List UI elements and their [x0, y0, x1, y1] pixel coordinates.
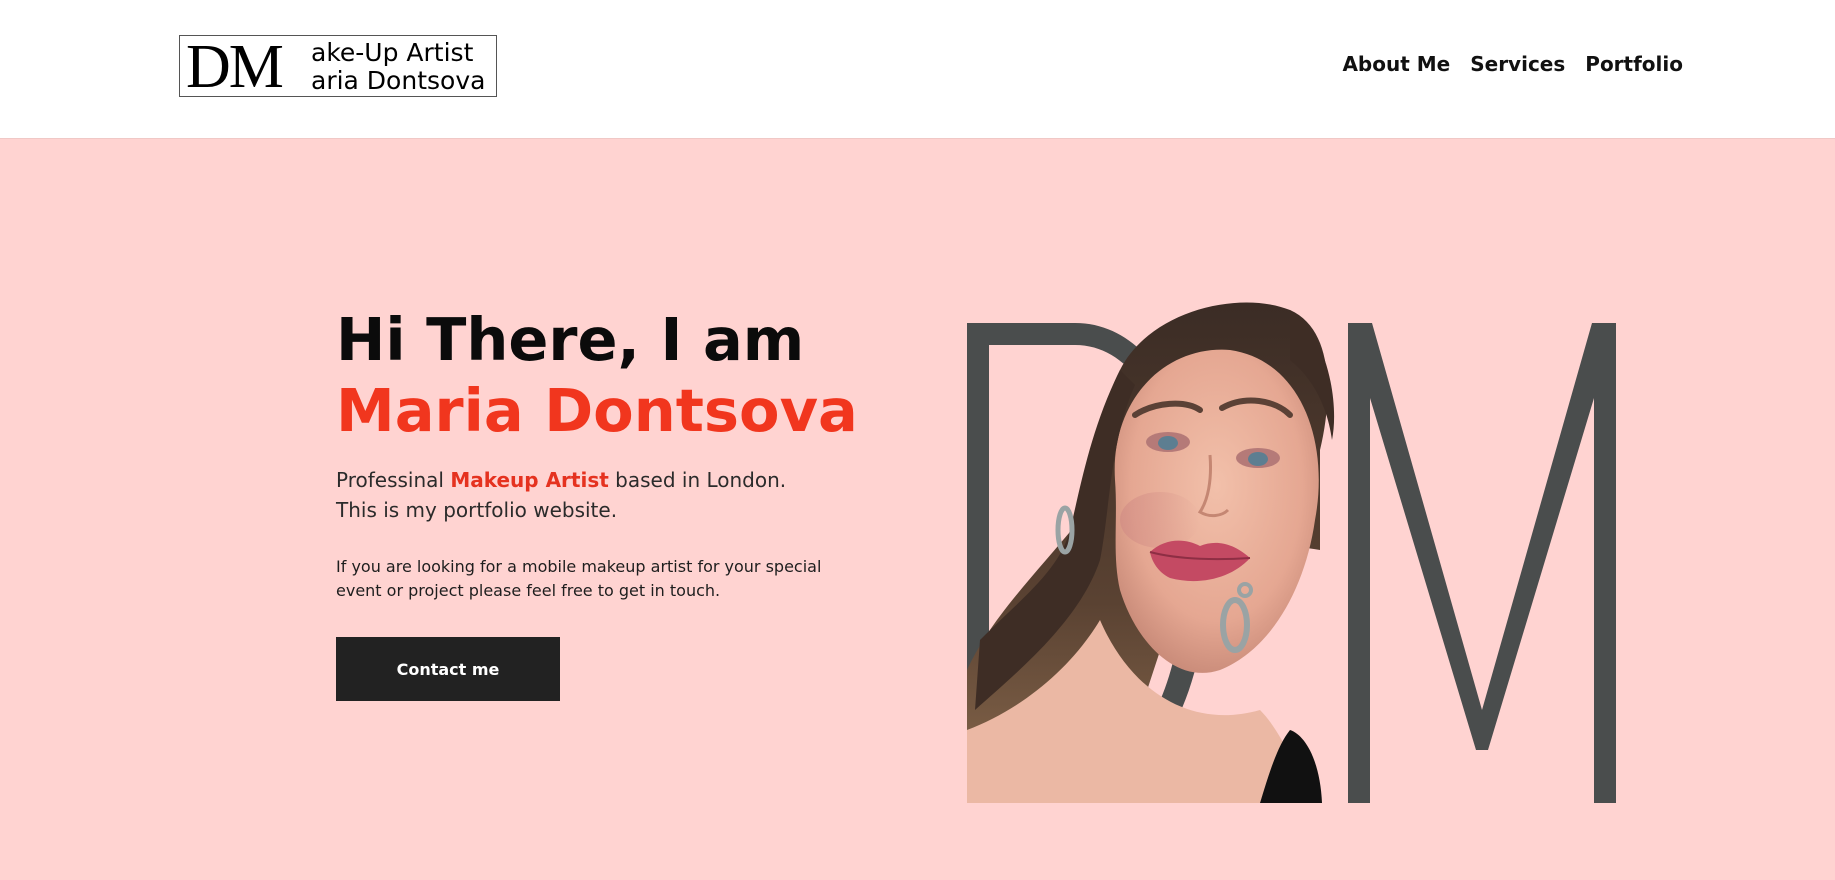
- hero-description: If you are looking for a mobile makeup a…: [336, 557, 822, 600]
- portrait-photo: [967, 302, 1335, 803]
- site-logo[interactable]: DM ake-Up Artist aria Dontsova: [179, 33, 497, 101]
- hero-text: Hi There, I am Maria Dontsova Professina…: [336, 305, 858, 603]
- monogram-portrait-graphic: [967, 302, 1616, 803]
- logo-line-1: ake-Up Artist: [311, 38, 474, 67]
- monogram-letter-m: [1348, 323, 1616, 803]
- hero-intro: Professinal Makeup Artist based in Londo…: [336, 465, 826, 525]
- main-nav: About Me Services Portfolio: [1342, 52, 1683, 76]
- hero-graphic: [960, 290, 1650, 805]
- nav-about-me[interactable]: About Me: [1342, 52, 1450, 76]
- logo-monogram: DM: [186, 33, 284, 101]
- hero-name: Maria Dontsova: [336, 376, 858, 445]
- nav-portfolio[interactable]: Portfolio: [1585, 52, 1683, 76]
- site-header: DM ake-Up Artist aria Dontsova About Me …: [0, 0, 1835, 139]
- intro-accent: Makeup Artist: [450, 468, 609, 492]
- logo-line-2: aria Dontsova: [311, 66, 486, 95]
- hero-greeting: Hi There, I am: [336, 305, 805, 374]
- nav-services[interactable]: Services: [1470, 52, 1565, 76]
- intro-text-start: Professinal: [336, 468, 451, 492]
- contact-button[interactable]: Contact me: [336, 637, 560, 701]
